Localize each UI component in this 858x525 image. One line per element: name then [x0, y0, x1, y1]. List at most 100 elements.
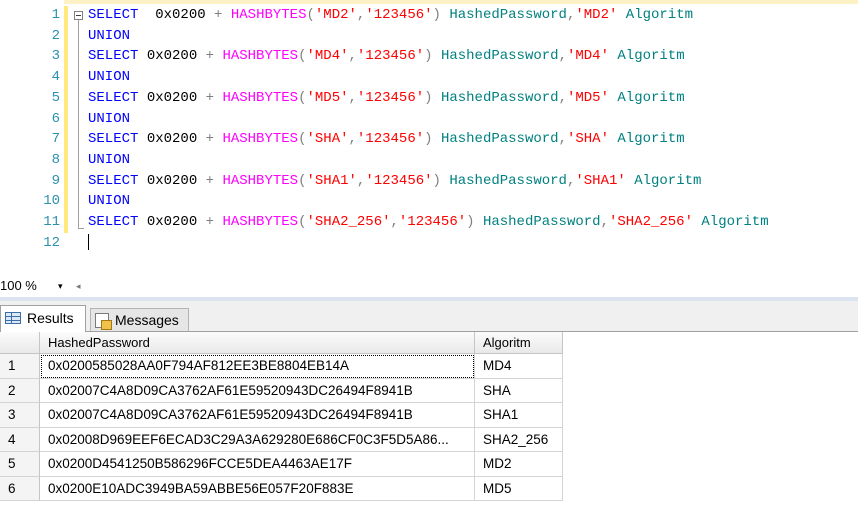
code-token: +: [205, 172, 215, 189]
hash-cell[interactable]: 0x02008D969EEF6ECAD3C29A3A629280E686CF0C…: [40, 427, 475, 452]
code-text[interactable]: UNION: [88, 26, 130, 47]
scroll-left-icon[interactable]: ◂: [76, 277, 81, 295]
tab-messages-label: Messages: [115, 312, 179, 328]
line-number: 5: [51, 89, 60, 106]
line-number: 10: [43, 193, 60, 210]
grid-corner-header[interactable]: [0, 332, 40, 354]
table-row[interactable]: 5 0x0200D4541250B586296FCCE5DEA4463AE17F…: [0, 452, 563, 477]
hash-cell[interactable]: 0x02007C4A8D09CA3762AF61E59520943DC26494…: [40, 378, 475, 403]
hash-cell[interactable]: 0x0200D4541250B586296FCCE5DEA4463AE17F: [40, 452, 475, 477]
line-number: 12: [43, 234, 60, 251]
code-token: 'MD2': [575, 7, 618, 23]
line-number: 3: [51, 48, 60, 65]
code-token: HashedPassword: [440, 131, 559, 148]
zoom-bar: 100 % ▾ ◂: [0, 275, 858, 297]
row-number[interactable]: 4: [0, 427, 40, 452]
code-line[interactable]: 4 UNION: [0, 67, 858, 88]
code-token: HASHBYTES: [230, 7, 307, 23]
row-number[interactable]: 1: [0, 354, 40, 379]
chevron-down-icon[interactable]: ▾: [58, 277, 63, 295]
code-text[interactable]: UNION: [88, 150, 130, 171]
code-token: +: [205, 89, 215, 106]
row-number[interactable]: 2: [0, 378, 40, 403]
code-token: '123456': [356, 48, 425, 65]
column-header-hashedpassword[interactable]: HashedPassword: [40, 332, 475, 354]
code-text[interactable]: SELECT 0x0200 + HASHBYTES('SHA','123456'…: [88, 129, 685, 150]
table-row[interactable]: 1 0x0200585028AA0F794AF812EE3BE8804EB14A…: [0, 354, 563, 379]
code-text[interactable]: UNION: [88, 191, 130, 212]
zoom-dropdown[interactable]: 100 % ▾: [0, 277, 70, 295]
code-token: '123456': [365, 7, 433, 23]
code-token: 'SHA': [566, 131, 609, 148]
code-text[interactable]: UNION: [88, 109, 130, 130]
code-token: HashedPassword: [440, 89, 559, 106]
code-token: 'MD5': [566, 89, 609, 106]
code-text[interactable]: SELECT 0x0200 + HASHBYTES('MD5','123456'…: [88, 88, 685, 109]
code-text[interactable]: SELECT 0x0200 + HASHBYTES('SHA2_256','12…: [88, 212, 769, 233]
algorithm-cell[interactable]: SHA2_256: [475, 427, 563, 452]
code-token: 0x0200: [138, 7, 215, 23]
code-line[interactable]: 7 SELECT 0x0200 + HASHBYTES('SHA','123456…: [0, 129, 858, 150]
code-text[interactable]: [88, 233, 89, 254]
code-token: SELECT: [88, 131, 139, 148]
code-token: 'SHA2_256': [608, 214, 693, 230]
code-token: 'MD4': [566, 48, 609, 65]
algorithm-cell[interactable]: MD4: [475, 354, 563, 379]
code-token: SELECT: [88, 214, 139, 230]
code-line[interactable]: 12: [0, 233, 858, 254]
code-token: '123456': [356, 89, 425, 106]
text-cursor: [88, 233, 89, 250]
table-row[interactable]: 4 0x02008D969EEF6ECAD3C29A3A629280E686CF…: [0, 427, 563, 452]
code-line[interactable]: 11 SELECT 0x0200 + HASHBYTES('SHA2_256','…: [0, 212, 858, 233]
hash-cell[interactable]: 0x0200E10ADC3949BA59ABBE56E057F20F883E: [40, 476, 475, 501]
code-line[interactable]: 3 SELECT 0x0200 + HASHBYTES('MD4','123456…: [0, 46, 858, 67]
code-token: ,: [390, 214, 399, 230]
algorithm-cell[interactable]: SHA1: [475, 403, 563, 428]
code-line[interactable]: 10 UNION: [0, 191, 858, 212]
code-token: SELECT: [88, 48, 139, 65]
row-number[interactable]: 6: [0, 476, 40, 501]
tab-results[interactable]: Results: [0, 305, 86, 332]
code-line[interactable]: 2 UNION: [0, 26, 858, 47]
code-line[interactable]: 8 UNION: [0, 150, 858, 171]
sql-editor[interactable]: 1 SELECT 0x0200 + HASHBYTES('MD2','123456…: [0, 0, 858, 273]
table-row[interactable]: 3 0x02007C4A8D09CA3762AF61E59520943DC264…: [0, 403, 563, 428]
editor-top-margin: [0, 0, 858, 4]
results-grid[interactable]: HashedPassword Algoritm 1 0x0200585028AA…: [0, 332, 858, 525]
code-line[interactable]: 6 UNION: [0, 109, 858, 130]
line-number: 11: [43, 214, 60, 230]
code-line[interactable]: 1 SELECT 0x0200 + HASHBYTES('MD2','123456…: [0, 5, 858, 26]
code-line[interactable]: 5 SELECT 0x0200 + HASHBYTES('MD5','123456…: [0, 88, 858, 109]
code-token: ,: [558, 131, 567, 148]
code-token: ): [466, 214, 475, 230]
row-number[interactable]: 5: [0, 452, 40, 477]
row-number[interactable]: 3: [0, 403, 40, 428]
table-row[interactable]: 6 0x0200E10ADC3949BA59ABBE56E057F20F883E…: [0, 476, 563, 501]
code-text[interactable]: SELECT 0x0200 + HASHBYTES('MD2','123456'…: [88, 5, 693, 26]
code-line[interactable]: 9 SELECT 0x0200 + HASHBYTES('SHA1','12345…: [0, 171, 858, 192]
code-token: (: [306, 7, 315, 23]
algorithm-cell[interactable]: SHA: [475, 378, 563, 403]
algorithm-cell[interactable]: MD5: [475, 476, 563, 501]
code-token: ,: [348, 89, 357, 106]
column-header-algoritm[interactable]: Algoritm: [475, 332, 563, 354]
code-token: UNION: [88, 193, 131, 210]
code-token: UNION: [88, 69, 131, 86]
code-token: ,: [558, 48, 567, 65]
code-text[interactable]: UNION: [88, 67, 130, 88]
hash-cell[interactable]: 0x02007C4A8D09CA3762AF61E59520943DC26494…: [40, 403, 475, 428]
code-token: Algoritm: [617, 48, 685, 65]
table-row[interactable]: 2 0x02007C4A8D09CA3762AF61E59520943DC264…: [0, 378, 563, 403]
code-text[interactable]: SELECT 0x0200 + HASHBYTES('MD4','123456'…: [88, 46, 685, 67]
hash-cell[interactable]: 0x0200585028AA0F794AF812EE3BE8804EB14A: [40, 354, 475, 379]
code-token: Algoritm: [617, 131, 685, 148]
algorithm-cell[interactable]: MD2: [475, 452, 563, 477]
code-text[interactable]: SELECT 0x0200 + HASHBYTES('SHA1','123456…: [88, 171, 701, 192]
code-token: 0x0200: [138, 172, 206, 189]
tab-messages[interactable]: Messages: [90, 308, 189, 331]
code-token: ): [432, 172, 441, 189]
